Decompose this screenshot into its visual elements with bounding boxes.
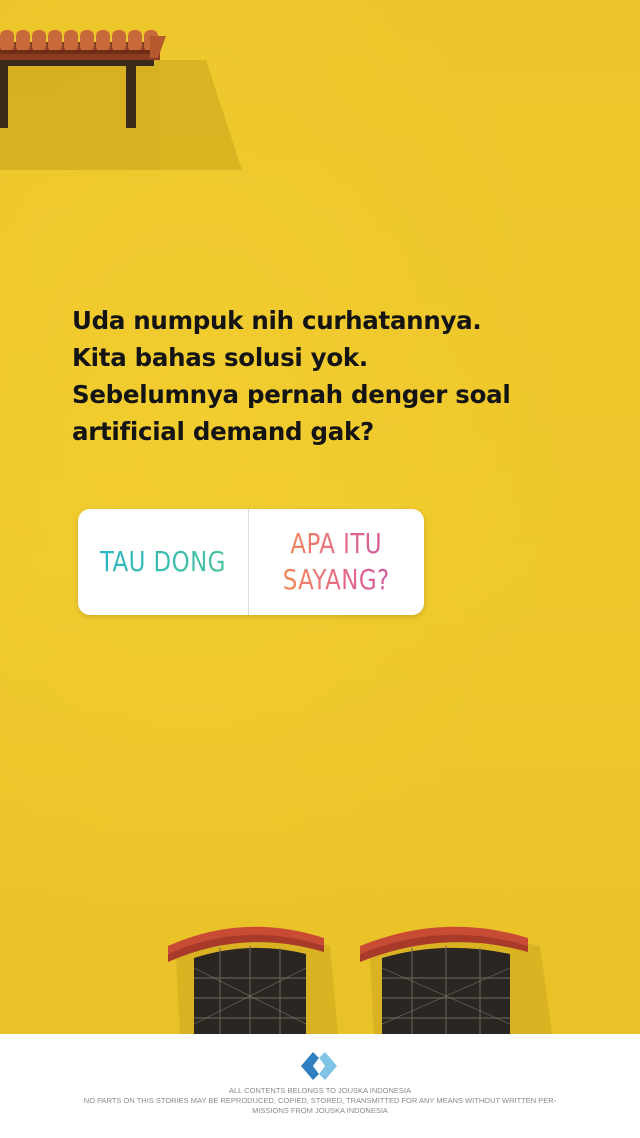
poll-option-apa-itu-sayang[interactable]: APA ITU SAYANG?: [249, 509, 424, 615]
question-line-4: artificial demand gak?: [72, 417, 374, 446]
question-text: Uda numpuk nih curhatannya. Kita bahas s…: [72, 302, 592, 450]
copyright-line-1: ALL CONTENTS BELONGS TO JOUSKA INDONESIA: [229, 1086, 411, 1095]
story-background: Uda numpuk nih curhatannya. Kita bahas s…: [0, 0, 640, 1034]
copyright-line-2: NO PARTS ON THIS STORIES MAY BE REPRODUC…: [83, 1096, 557, 1105]
poll-option-b-line1: APA ITU: [290, 527, 383, 560]
poll-option-b-line2: SAYANG?: [283, 563, 390, 596]
windows-illustration: [168, 926, 552, 1034]
roof-illustration: [0, 30, 242, 170]
poll-sticker: TAU DONG APA ITU SAYANG?: [78, 509, 424, 615]
copyright-notice: ALL CONTENTS BELONGS TO JOUSKA INDONESIA…: [40, 1086, 600, 1116]
question-line-1: Uda numpuk nih curhatannya.: [72, 306, 482, 335]
question-line-2: Kita bahas solusi yok.: [72, 343, 368, 372]
copyright-line-3: MISSIONS FROM JOUSKA INDONESIA: [252, 1106, 388, 1115]
question-line-3: Sebelumnya pernah denger soal: [72, 380, 511, 409]
jouska-logo-icon: [301, 1052, 337, 1080]
poll-option-a-label: TAU DONG: [99, 545, 227, 578]
poll-option-b-label: APA ITU SAYANG?: [283, 526, 390, 598]
poll-option-tau-dong[interactable]: TAU DONG: [78, 509, 248, 615]
footer: ALL CONTENTS BELONGS TO JOUSKA INDONESIA…: [0, 1034, 640, 1138]
